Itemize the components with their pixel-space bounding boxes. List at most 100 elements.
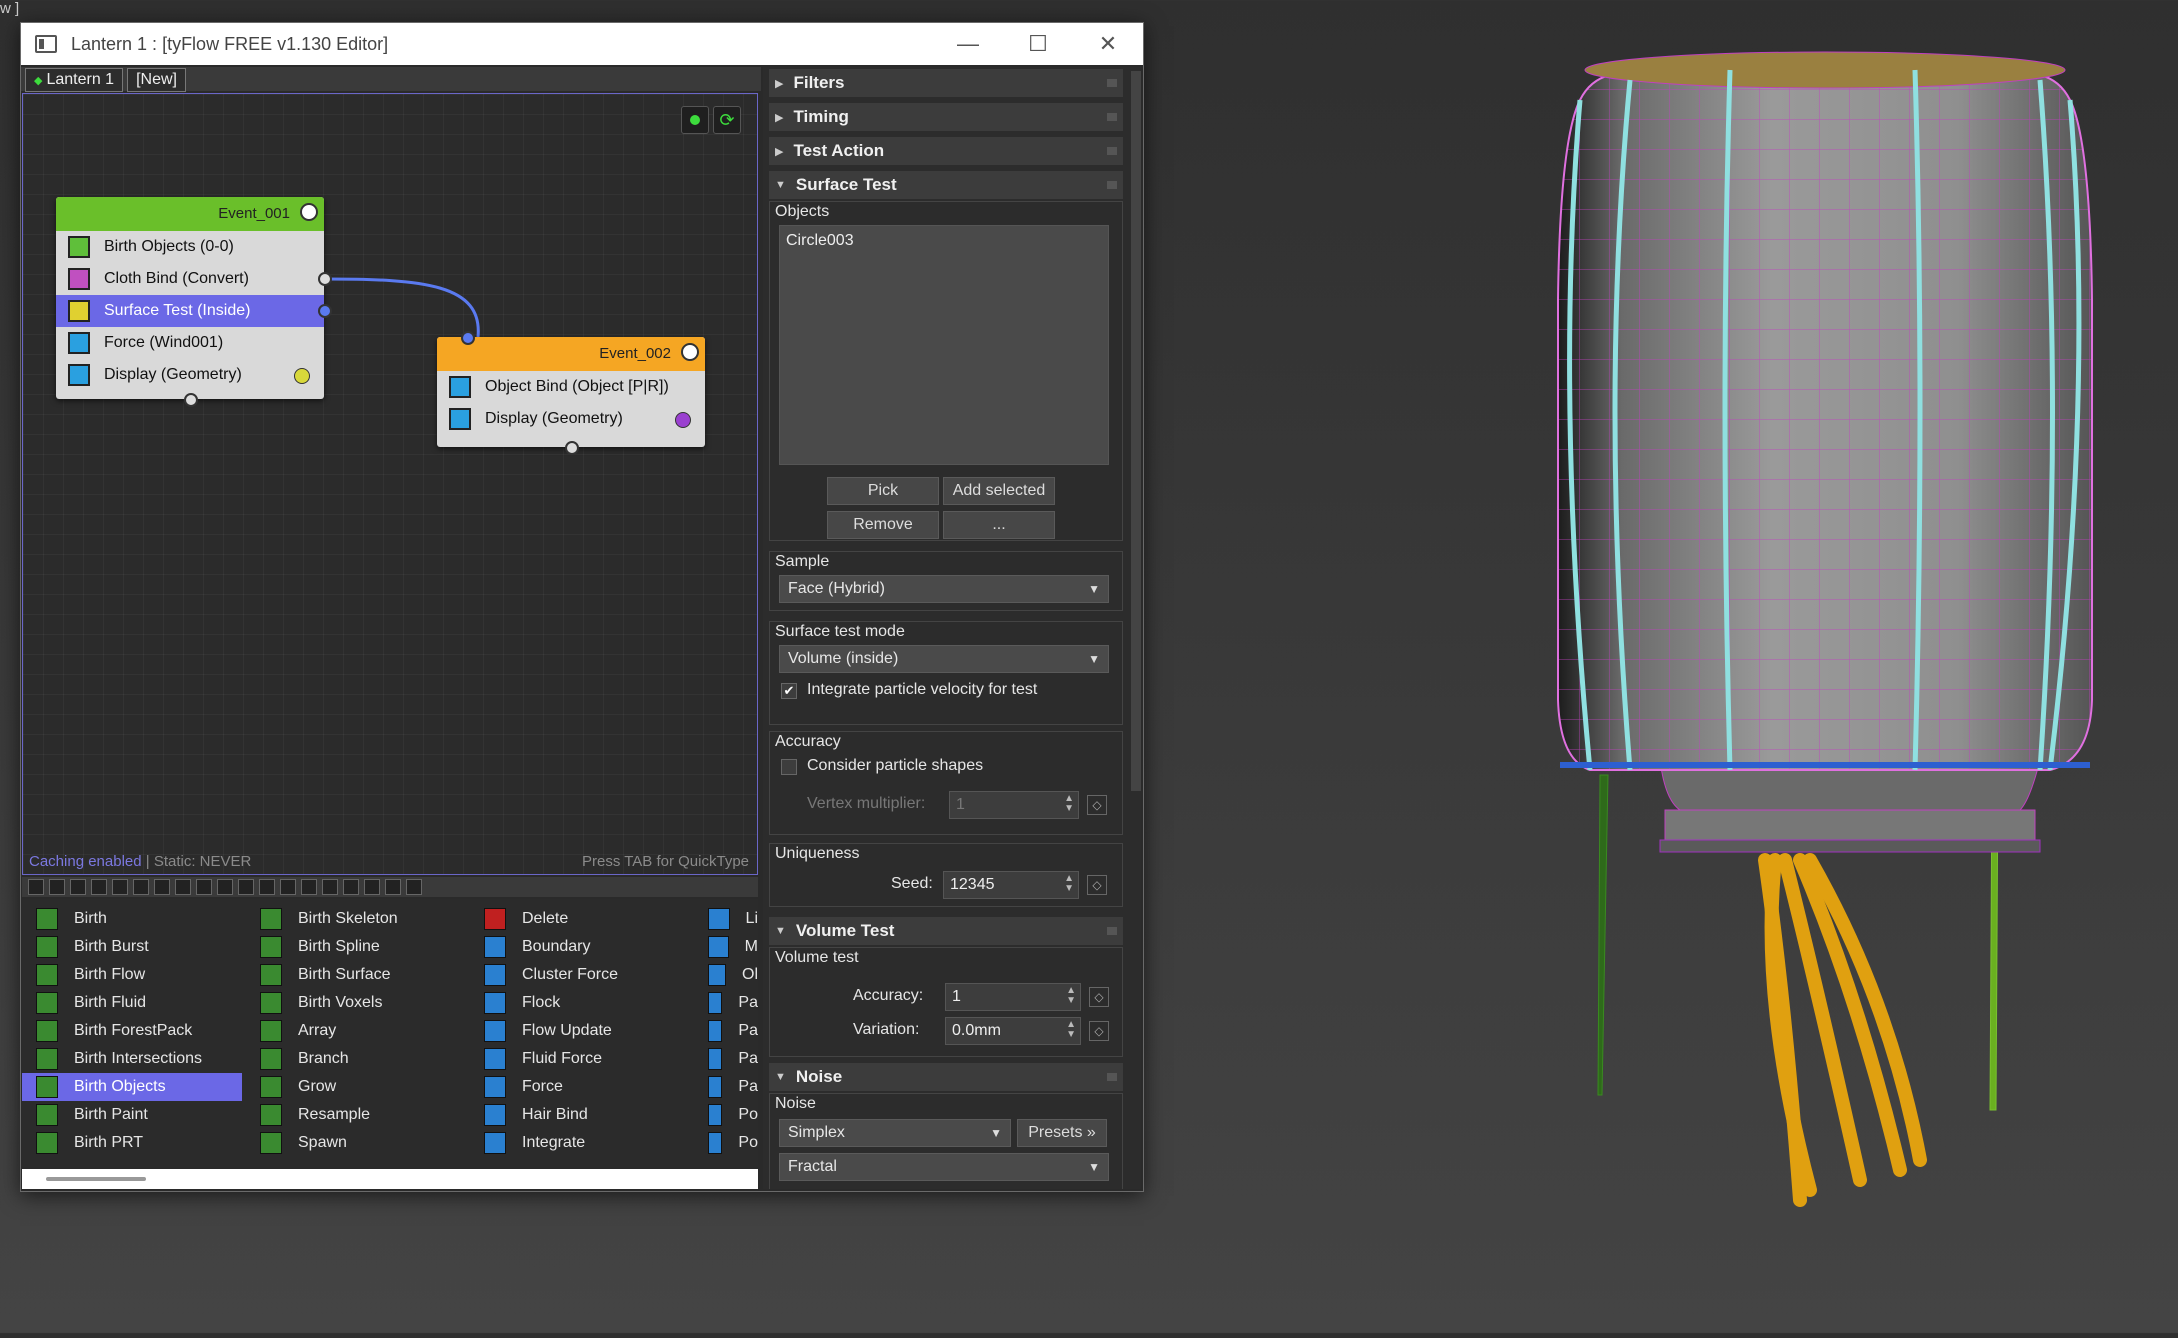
category-icon[interactable] — [175, 879, 191, 895]
rollup-surface-test[interactable]: ▼ Surface Test — [769, 171, 1123, 199]
category-icon[interactable] — [385, 879, 401, 895]
tyflow-editor-window[interactable]: Lantern 1 : [tyFlow FREE v1.130 Editor] … — [20, 22, 1144, 1192]
objects-listbox[interactable]: Circle003 — [779, 225, 1109, 465]
list-item[interactable]: Circle003 — [780, 226, 1108, 256]
remove-button[interactable]: Remove — [827, 511, 939, 539]
list-item[interactable]: Birth Intersections — [22, 1045, 242, 1073]
more-button[interactable]: ... — [943, 511, 1055, 539]
category-icon[interactable] — [70, 879, 86, 895]
rollup-noise[interactable]: ▼ Noise — [769, 1063, 1123, 1091]
event-002-node[interactable]: Event_002 Object Bind (Object [P|R]) Dis… — [437, 331, 705, 455]
list-item[interactable]: Fluid Force — [470, 1045, 690, 1073]
horizontal-scrollbar[interactable] — [22, 1169, 758, 1189]
keyframe-icon[interactable]: ◇ — [1089, 1021, 1109, 1041]
event-input-port[interactable] — [461, 331, 475, 345]
event-header[interactable]: Event_002 — [437, 337, 705, 371]
list-item[interactable]: Birth Spline — [246, 933, 466, 961]
category-icon[interactable] — [133, 879, 149, 895]
category-icon[interactable] — [259, 879, 275, 895]
category-icon[interactable] — [343, 879, 359, 895]
rollup-test-action[interactable]: ▶ Test Action — [769, 137, 1123, 165]
scrollbar-thumb[interactable] — [46, 1177, 146, 1181]
lightbulb-icon[interactable] — [681, 343, 699, 361]
list-item[interactable]: Cluster Force — [470, 961, 690, 989]
list-item[interactable]: Force — [470, 1073, 690, 1101]
category-icon[interactable] — [28, 879, 44, 895]
operator-object-bind[interactable]: Object Bind (Object [P|R]) — [437, 371, 705, 403]
list-item[interactable]: Delete — [470, 905, 690, 933]
operator-force[interactable]: Force (Wind001) — [56, 327, 324, 359]
list-item[interactable]: Birth Flow — [22, 961, 242, 989]
category-icon[interactable] — [364, 879, 380, 895]
lightbulb-icon[interactable] — [300, 203, 318, 221]
rollup-volume-test[interactable]: ▼ Volume Test — [769, 917, 1123, 945]
title-bar[interactable]: Lantern 1 : [tyFlow FREE v1.130 Editor] … — [21, 23, 1143, 65]
spinner-arrows-icon[interactable]: ▲ ▼ — [1064, 874, 1074, 894]
category-icon[interactable] — [49, 879, 65, 895]
event-output-port[interactable] — [565, 441, 579, 455]
seed-spinner[interactable]: 12345 ▲ ▼ — [943, 871, 1079, 899]
list-item[interactable]: Birth — [22, 905, 242, 933]
list-item[interactable]: Array — [246, 1017, 466, 1045]
maximize-button[interactable]: ☐ — [1003, 23, 1073, 65]
viewport[interactable] — [1160, 0, 2178, 1333]
node-canvas[interactable]: ⟳ Event_001 Birth Objects (0-0) Cloth Bi… — [22, 93, 758, 875]
list-item[interactable]: Birth ForestPack — [22, 1017, 242, 1045]
display-color-swatch[interactable] — [294, 368, 310, 384]
list-item[interactable]: Pa — [694, 1073, 758, 1101]
list-item[interactable]: Branch — [246, 1045, 466, 1073]
tab-new[interactable]: [New] — [127, 68, 186, 92]
add-selected-button[interactable]: Add selected — [943, 477, 1055, 505]
list-item[interactable]: Birth PRT — [22, 1129, 242, 1157]
list-item[interactable]: Flow Update — [470, 1017, 690, 1045]
presets-button[interactable]: Presets » — [1017, 1119, 1107, 1147]
list-item[interactable]: Birth Voxels — [246, 989, 466, 1017]
variation-spinner[interactable]: 0.0mm ▲ ▼ — [945, 1017, 1081, 1045]
category-icon[interactable] — [280, 879, 296, 895]
event-001-node[interactable]: Event_001 Birth Objects (0-0) Cloth Bind… — [56, 197, 332, 407]
keyframe-icon[interactable]: ◇ — [1087, 795, 1107, 815]
list-item[interactable]: Birth Surface — [246, 961, 466, 989]
list-item[interactable]: Pa — [694, 1017, 758, 1045]
operator-surface-test[interactable]: Surface Test (Inside) — [56, 295, 332, 327]
category-icon[interactable] — [91, 879, 107, 895]
accuracy-spinner[interactable]: 1 ▲ ▼ — [945, 983, 1081, 1011]
rollup-timing[interactable]: ▶ Timing — [769, 103, 1123, 131]
operator-display[interactable]: Display (Geometry) — [437, 403, 705, 435]
list-item[interactable]: Pa — [694, 989, 758, 1017]
list-item[interactable]: Birth Burst — [22, 933, 242, 961]
event-output-port[interactable] — [184, 393, 198, 407]
display-color-swatch[interactable] — [675, 412, 691, 428]
list-item[interactable]: Spawn — [246, 1129, 466, 1157]
noise-type-dropdown[interactable]: Simplex ▼ — [779, 1119, 1011, 1147]
list-item[interactable]: Birth Fluid — [22, 989, 242, 1017]
list-item[interactable]: Hair Bind — [470, 1101, 690, 1129]
list-item[interactable]: Resample — [246, 1101, 466, 1129]
output-port[interactable] — [318, 272, 332, 286]
list-item[interactable]: Po — [694, 1101, 758, 1129]
list-item[interactable]: Pa — [694, 1045, 758, 1073]
list-item-selected[interactable]: Birth Objects — [22, 1073, 242, 1101]
operator-cloth-bind[interactable]: Cloth Bind (Convert) — [56, 263, 332, 295]
operator-birth-objects[interactable]: Birth Objects (0-0) — [56, 231, 324, 263]
category-icon[interactable] — [238, 879, 254, 895]
category-icon[interactable] — [112, 879, 128, 895]
category-icon[interactable] — [406, 879, 422, 895]
list-item[interactable]: Boundary — [470, 933, 690, 961]
list-item[interactable]: Birth Paint — [22, 1101, 242, 1129]
vertex-multiplier-spinner[interactable]: 1 ▲ ▼ — [949, 791, 1079, 819]
output-port[interactable] — [318, 304, 332, 318]
integrate-checkbox[interactable]: ✔ — [781, 683, 797, 699]
keyframe-icon[interactable]: ◇ — [1087, 875, 1107, 895]
keyframe-icon[interactable]: ◇ — [1089, 987, 1109, 1007]
consider-shapes-checkbox[interactable] — [781, 759, 797, 775]
category-icon[interactable] — [322, 879, 338, 895]
spinner-arrows-icon[interactable]: ▲ ▼ — [1064, 794, 1074, 814]
panel-scrollbar[interactable] — [1131, 71, 1141, 791]
category-icon[interactable] — [154, 879, 170, 895]
list-item[interactable]: M — [694, 933, 758, 961]
list-item[interactable]: Ol — [694, 961, 758, 989]
spinner-arrows-icon[interactable]: ▲ ▼ — [1066, 986, 1076, 1006]
category-icon[interactable] — [301, 879, 317, 895]
pick-button[interactable]: Pick — [827, 477, 939, 505]
